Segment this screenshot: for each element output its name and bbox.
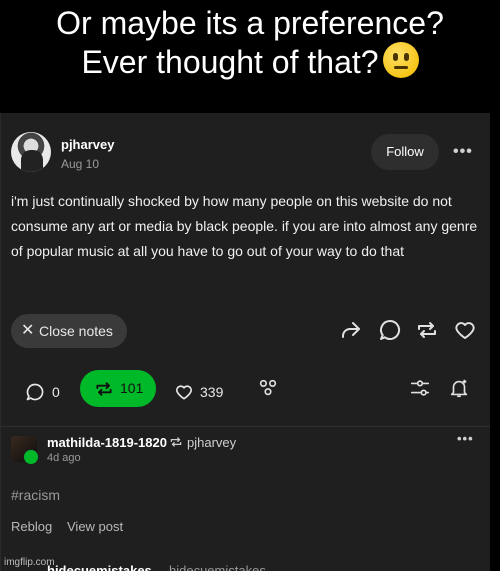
bell-icon[interactable] xyxy=(448,377,470,399)
right-edge xyxy=(490,113,500,571)
next-note-username[interactable]: hidecuemistakes xyxy=(47,563,152,571)
share-icon[interactable] xyxy=(339,318,363,342)
avatar[interactable] xyxy=(11,132,51,172)
follow-button[interactable]: Follow xyxy=(371,134,439,170)
post-username[interactable]: pjharvey xyxy=(61,137,114,152)
note-tag[interactable]: #racism xyxy=(11,487,60,503)
more-options-icon[interactable]: ••• xyxy=(453,143,473,161)
meme-caption: Or maybe its a preference? Ever thought … xyxy=(0,4,500,81)
heart-icon[interactable] xyxy=(453,318,477,342)
note-time: 4d ago xyxy=(47,452,81,464)
reblog-small-icon xyxy=(170,437,182,447)
close-notes-label: Close notes xyxy=(39,323,113,339)
note-more-options-icon[interactable]: ••• xyxy=(457,431,474,446)
post-date: Aug 10 xyxy=(61,157,100,171)
comment-icon xyxy=(26,383,44,401)
filter-icon[interactable] xyxy=(409,377,431,399)
reblogs-count: 101 xyxy=(120,380,144,396)
divider xyxy=(1,426,491,427)
replies-tab[interactable]: 0 xyxy=(25,374,65,410)
reblogs-tab[interactable]: 101 xyxy=(80,370,156,407)
reply-icon[interactable] xyxy=(378,318,402,342)
reblog-badge-icon xyxy=(23,449,39,465)
watermark: imgflip.com xyxy=(4,557,55,568)
close-notes-button[interactable]: ✕ Close notes xyxy=(11,314,127,348)
next-note-source[interactable]: hidecuemistakes xyxy=(169,563,266,571)
caption-line-2: Ever thought of that? xyxy=(81,44,379,80)
likes-count: 339 xyxy=(200,384,224,400)
replies-count: 0 xyxy=(52,384,60,400)
reblog-icon xyxy=(96,382,112,396)
view-post-link[interactable]: View post xyxy=(67,519,123,534)
caption-line-1: Or maybe its a preference? xyxy=(56,5,444,41)
reblog-icon[interactable] xyxy=(415,318,439,342)
community-icon[interactable] xyxy=(257,377,279,399)
close-icon: ✕ xyxy=(21,322,35,339)
likes-tab[interactable]: 339 xyxy=(174,374,234,410)
post-card: pjharvey Aug 10 Follow ••• i'm just cont… xyxy=(0,113,491,571)
neutral-face-emoji-icon xyxy=(382,42,419,78)
reblog-link[interactable]: Reblog xyxy=(11,519,52,534)
heart-icon xyxy=(176,385,192,400)
note-source-username[interactable]: pjharvey xyxy=(187,435,236,450)
note-username[interactable]: mathilda-1819-1820 xyxy=(47,435,167,450)
post-body: i'm just continually shocked by how many… xyxy=(11,193,478,259)
caption-line-2-wrap: Ever thought of that? xyxy=(0,42,500,81)
